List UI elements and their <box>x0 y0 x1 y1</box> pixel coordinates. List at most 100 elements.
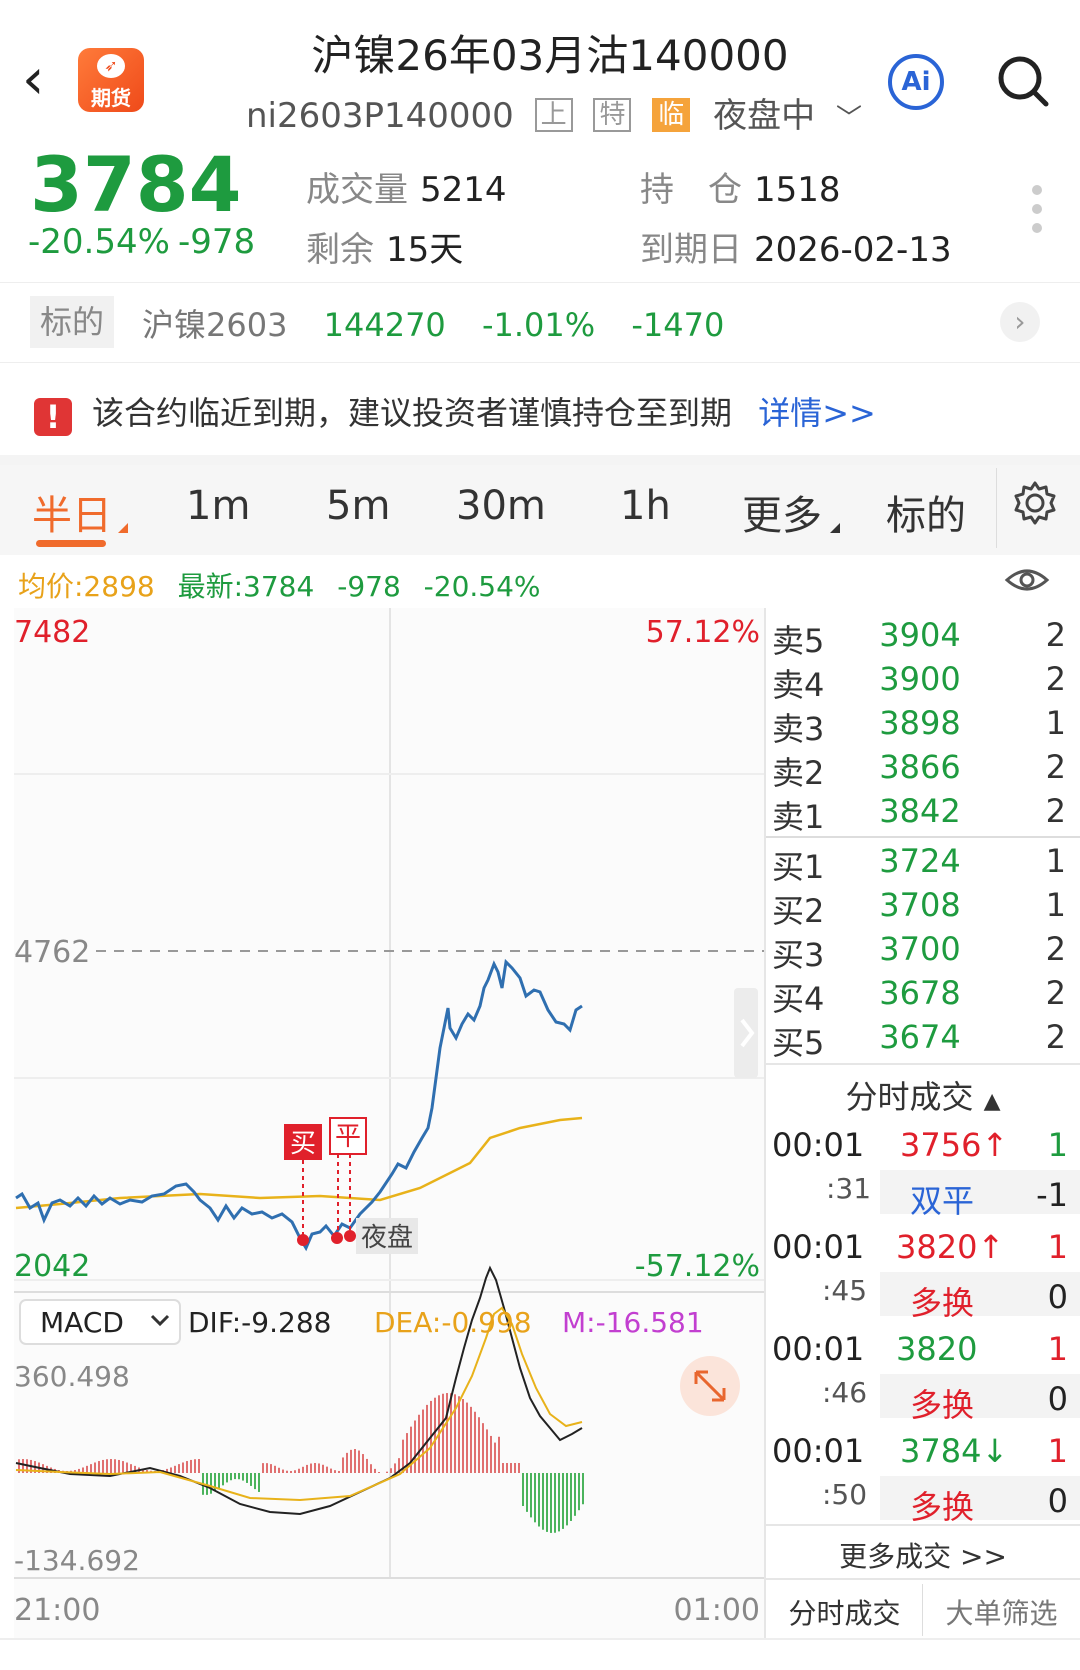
macd-bar <box>290 1470 292 1473</box>
macd-bar <box>578 1473 580 1511</box>
tick-price: 3784↓ <box>900 1432 1009 1470</box>
eye-icon[interactable] <box>1004 560 1050 600</box>
macd-bar <box>246 1473 248 1483</box>
macd-bar <box>442 1393 444 1473</box>
macd-bar <box>466 1402 468 1473</box>
macd-bar <box>418 1414 420 1473</box>
tick-oi: -1 <box>1036 1176 1068 1214</box>
macd-bar <box>230 1473 232 1481</box>
tab-5m[interactable]: 5m <box>326 483 390 529</box>
macd-dea-value: DEA:-0.998 <box>374 1306 532 1339</box>
macd-bar <box>434 1397 436 1473</box>
bid-row[interactable]: 买3 3700 2 <box>766 930 1066 974</box>
bid-row[interactable]: 买4 3678 2 <box>766 974 1066 1018</box>
ai-assistant-icon[interactable]: Ai <box>888 54 944 110</box>
ask-row[interactable]: 卖3 3898 1 <box>766 704 1066 748</box>
bid-row[interactable]: 买1 3724 1 <box>766 842 1066 886</box>
macd-bar <box>294 1470 296 1473</box>
more-options-icon[interactable] <box>1032 185 1044 242</box>
warning-details-link[interactable]: 详情>> <box>758 394 876 432</box>
tick-seconds: :45 <box>822 1274 868 1307</box>
intraday-chart[interactable]: 买 平 夜盘 7482 4762 2042 57.12% -57.12% MAC… <box>0 608 766 1648</box>
chevron-right-icon[interactable]: › <box>1000 302 1040 342</box>
tag-shanghai: 上 <box>534 98 573 132</box>
tab-1h[interactable]: 1h <box>620 483 671 529</box>
ask-row[interactable]: 卖2 3866 2 <box>766 748 1066 792</box>
macd-bar <box>462 1399 464 1473</box>
futures-logo[interactable]: ➶ 期货 <box>78 48 144 112</box>
tab-underlying[interactable]: 标的 <box>886 483 966 541</box>
tab-1m[interactable]: 1m <box>186 483 250 529</box>
macd-bar <box>314 1463 316 1473</box>
ask-row[interactable]: 卖5 3904 2 <box>766 616 1066 660</box>
macd-bar <box>242 1473 244 1481</box>
macd-bar <box>374 1468 376 1473</box>
divider <box>766 836 1080 838</box>
tick-price: 3820 <box>896 1330 978 1368</box>
buy-marker-label: 买 <box>290 1129 316 1159</box>
back-arrow-icon[interactable]: ‹ <box>22 50 62 110</box>
macd-m-value: M:-16.581 <box>562 1306 704 1339</box>
macd-bar <box>350 1449 352 1473</box>
macd-bar <box>90 1464 92 1473</box>
macd-bar <box>190 1459 192 1473</box>
bid-row[interactable]: 买2 3708 1 <box>766 886 1066 930</box>
more-trades-link[interactable]: 更多成交 >> <box>766 1535 1080 1575</box>
macd-bar <box>250 1473 252 1486</box>
tick-volume: 1 <box>1047 1126 1068 1164</box>
macd-bar <box>542 1473 544 1530</box>
macd-bar <box>266 1463 268 1473</box>
open-interest-stat: 持 仓 1518 <box>640 170 841 210</box>
tab-more-corner-icon <box>830 523 840 533</box>
search-icon[interactable] <box>996 54 1050 108</box>
tab-dropdown-corner-icon <box>118 523 128 533</box>
tick-seconds: :31 <box>826 1172 872 1205</box>
session-status: 夜盘中 <box>713 96 816 136</box>
divider <box>0 362 1080 363</box>
macd-bar <box>534 1473 536 1523</box>
macd-bar <box>98 1461 100 1473</box>
bid-row[interactable]: 买5 3674 2 <box>766 1018 1066 1062</box>
ask-row[interactable]: 卖4 3900 2 <box>766 660 1066 704</box>
macd-bar <box>386 1471 388 1473</box>
macd-bar <box>182 1462 184 1473</box>
macd-bar <box>538 1473 540 1527</box>
tab-big-order-filter[interactable]: 大单筛选 <box>923 1592 1080 1632</box>
macd-bar <box>450 1393 452 1473</box>
tab-half-day[interactable]: 半日 <box>32 483 112 541</box>
tick-oi: 0 <box>1047 1380 1068 1418</box>
chevron-down-icon[interactable]: ﹀ <box>836 104 862 134</box>
macd-bar <box>110 1459 112 1473</box>
macd-bar <box>210 1473 212 1494</box>
tick-price: 3820↑ <box>896 1228 1005 1266</box>
underlying-price: 144270 <box>323 306 446 344</box>
macd-bar <box>218 1473 220 1489</box>
macd-bar <box>118 1459 120 1473</box>
tab-tick-trades[interactable]: 分时成交 <box>766 1592 923 1632</box>
underlying-name: 沪镍2603 <box>142 306 288 344</box>
contract-subtitle[interactable]: ni2603P140000 上 特 临 夜盘中 ﹀ <box>246 88 862 137</box>
macd-bar <box>346 1452 348 1473</box>
last-price: 3784 <box>30 140 242 229</box>
underlying-row[interactable]: 标的 沪镍2603 144270 -1.01% -1470 › <box>30 296 1050 348</box>
macd-bar <box>342 1457 344 1473</box>
latest-pct: -20.54% <box>423 570 541 603</box>
tick-oi: 0 <box>1047 1278 1068 1316</box>
ask-row[interactable]: 卖1 3842 2 <box>766 792 1066 836</box>
macd-bar <box>286 1470 288 1473</box>
macd-bar <box>366 1458 368 1473</box>
close-marker-label: 平 <box>335 1122 361 1152</box>
ticks-header[interactable]: 分时成交 ▲ <box>766 1072 1080 1118</box>
y-mid-label: 4762 <box>14 935 90 970</box>
tab-more[interactable]: 更多 <box>742 483 822 541</box>
macd-bar <box>526 1473 528 1512</box>
macd-bar <box>102 1459 104 1473</box>
macd-bar <box>354 1449 356 1473</box>
gear-icon[interactable] <box>1010 478 1060 528</box>
macd-bar <box>522 1473 524 1506</box>
tab-30m[interactable]: 30m <box>456 483 546 529</box>
divider <box>766 1524 1080 1526</box>
macd-bar <box>550 1473 552 1533</box>
night-session-label: 夜盘 <box>361 1223 413 1253</box>
macd-bar <box>518 1463 520 1473</box>
